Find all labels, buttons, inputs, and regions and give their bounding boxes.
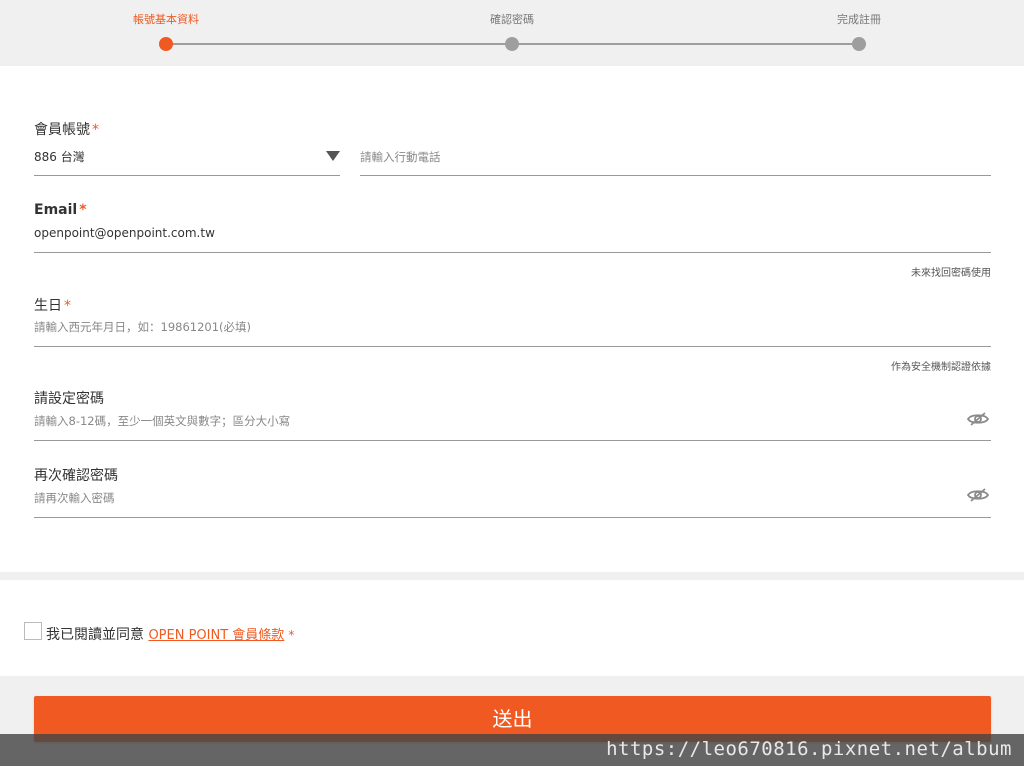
agreement-text: 我已閱讀並同意 OPEN POINT 會員條款 * [46, 624, 294, 644]
step-dot-confirm-password [505, 37, 519, 51]
birthday-input[interactable]: 請輸入西元年月日，如：19861201(必填) [34, 314, 991, 344]
country-code-value: 886 台灣 [34, 150, 85, 164]
account-required-mark: * [92, 122, 99, 138]
confirm-password-underline [34, 517, 991, 518]
confirm-password-placeholder: 請再次輸入密碼 [34, 491, 115, 505]
birthday-underline [34, 346, 991, 347]
password-label-text: 請設定密碼 [34, 391, 104, 407]
member-terms-link[interactable]: OPEN POINT 會員條款 [148, 628, 284, 643]
password-label: 請設定密碼 [34, 388, 104, 408]
step-dot-basic-info [159, 37, 173, 51]
email-underline [34, 252, 991, 253]
confirm-password-label: 再次確認密碼 [34, 465, 118, 485]
eye-slash-icon[interactable] [966, 411, 990, 427]
watermark-bar: https://leo670816.pixnet.net/album [0, 734, 1024, 766]
password-underline [34, 440, 991, 441]
step-label-complete: 完成註冊 [837, 13, 881, 26]
password-placeholder: 請輸入8-12碼，至少一個英文與數字；區分大小寫 [34, 414, 291, 428]
birthday-placeholder: 請輸入西元年月日，如：19861201(必填) [34, 320, 252, 334]
watermark-url: https://leo670816.pixnet.net/album [606, 738, 1012, 760]
birthday-hint: 作為安全機制認證依據 [891, 362, 991, 373]
country-code-select[interactable]: 886 台灣 [34, 142, 340, 174]
registration-form: 會員帳號 * 886 台灣 請輸入行動電話 Email * openpoint@op… [0, 66, 1024, 572]
birthday-required-mark: * [64, 298, 71, 314]
agreement-required-mark: * [288, 628, 295, 642]
email-input[interactable]: openpoint@openpoint.com.tw [34, 218, 991, 250]
birthday-label: 生日 * [34, 295, 71, 315]
email-label: Email * [34, 202, 87, 218]
agree-terms-checkbox[interactable] [24, 622, 42, 640]
country-underline [34, 175, 340, 176]
step-label-confirm-password: 確認密碼 [490, 13, 534, 26]
mobile-phone-input[interactable]: 請輸入行動電話 [360, 142, 991, 174]
agreement-label: 我已閱讀並同意 [46, 627, 144, 643]
mobile-phone-placeholder: 請輸入行動電話 [360, 150, 441, 164]
agreement-section: 我已閱讀並同意 OPEN POINT 會員條款 * [0, 580, 1024, 676]
email-label-text: Email [34, 202, 78, 218]
birthday-label-text: 生日 [34, 298, 62, 314]
eye-slash-icon[interactable] [966, 487, 990, 503]
confirm-password-label-text: 再次確認密碼 [34, 468, 118, 484]
email-required-mark: * [79, 202, 87, 218]
step-dot-complete [852, 37, 866, 51]
email-value: openpoint@openpoint.com.tw [34, 226, 215, 240]
account-label-text: 會員帳號 [34, 122, 90, 138]
phone-underline [360, 175, 991, 176]
email-hint: 未來找回密碼使用 [911, 268, 991, 279]
account-label: 會員帳號 * [34, 119, 99, 139]
step-label-basic-info: 帳號基本資料 [133, 13, 199, 26]
caret-down-icon [326, 151, 340, 161]
registration-steps: 帳號基本資料 確認密碼 完成註冊 [0, 0, 1024, 66]
confirm-password-input[interactable]: 請再次輸入密碼 [34, 485, 954, 515]
password-input[interactable]: 請輸入8-12碼，至少一個英文與數字；區分大小寫 [34, 408, 954, 438]
